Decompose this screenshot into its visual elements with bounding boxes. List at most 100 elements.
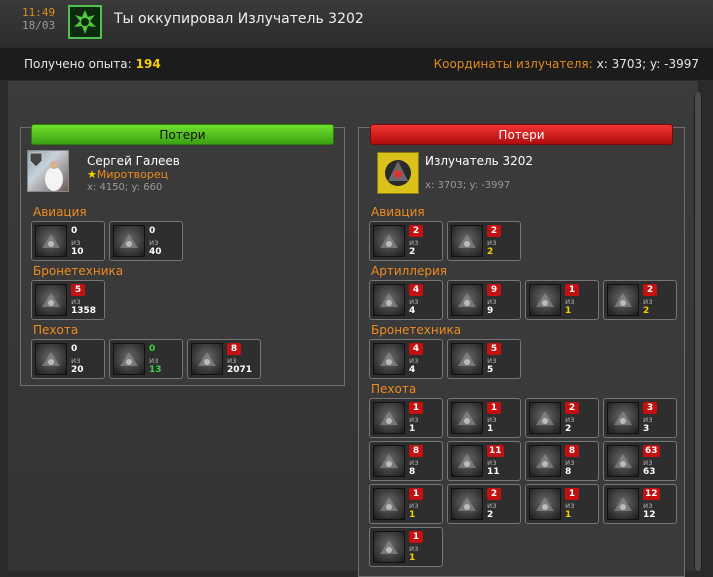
lost-count: 2 [409, 225, 423, 237]
of-label: из [565, 415, 575, 424]
unit-card[interactable]: 2 из 2 [447, 221, 521, 261]
total-count: 12 [643, 510, 656, 520]
lost-count: 0 [149, 344, 156, 354]
unit-icon [373, 284, 405, 316]
unit-card[interactable]: 1 из 1 [525, 484, 599, 524]
of-label: из [643, 458, 653, 467]
avatar[interactable] [27, 150, 69, 192]
total-count: 2 [487, 247, 494, 257]
player-losses-header: Потери [31, 124, 334, 145]
category-label: Авиация [33, 205, 87, 219]
unit-icon [451, 488, 483, 520]
of-label: из [227, 356, 237, 365]
unit-card[interactable]: 1 из 1 [447, 398, 521, 438]
lost-count: 4 [409, 343, 423, 355]
total-count: 2 [565, 424, 572, 434]
unit-card[interactable]: 12 из 12 [603, 484, 677, 524]
category-label: Бронетехника [371, 323, 462, 337]
total-count: 8 [409, 467, 416, 477]
lost-count: 2 [487, 225, 501, 237]
total-count: 1 [565, 306, 572, 316]
category-label: Авиация [371, 205, 425, 219]
unit-icon [607, 445, 639, 477]
of-label: из [409, 238, 419, 247]
total-count: 1 [565, 510, 572, 520]
lost-count: 1 [409, 488, 423, 500]
player-coordinates: x: 4150; y: 660 [87, 182, 163, 193]
unit-card[interactable]: 2 из 2 [525, 398, 599, 438]
player-rank: ★Миротворец [87, 168, 168, 181]
unit-card[interactable]: 1 из 1 [369, 527, 443, 567]
lost-count: 2 [565, 402, 579, 414]
emitter-coords: x: 3703; y: -3997 [425, 180, 511, 191]
unit-card[interactable]: 8 из 8 [369, 441, 443, 481]
scrollbar-thumb[interactable] [695, 92, 701, 571]
total-count: 3 [643, 424, 650, 434]
total-count: 13 [149, 365, 162, 375]
of-label: из [487, 458, 497, 467]
lost-count: 63 [643, 445, 660, 457]
unit-icon [607, 488, 639, 520]
scrollbar[interactable] [694, 92, 702, 571]
unit-card[interactable]: 3 из 3 [603, 398, 677, 438]
total-count: 10 [71, 247, 84, 257]
unit-card[interactable]: 0 из 40 [109, 221, 183, 261]
unit-card[interactable]: 8 из 2071 [187, 339, 261, 379]
experience-label: Получено опыта: [24, 57, 132, 71]
unit-card[interactable]: 4 из 4 [369, 339, 443, 379]
total-count: 5 [487, 365, 494, 375]
time-text: 11:49 [22, 6, 56, 19]
unit-card[interactable]: 2 из 2 [447, 484, 521, 524]
total-count: 63 [643, 467, 656, 477]
unit-card[interactable]: 1 из 1 [369, 398, 443, 438]
unit-icon [373, 488, 405, 520]
unit-icon [35, 343, 67, 375]
lost-count: 9 [487, 284, 501, 296]
unit-card[interactable]: 11 из 11 [447, 441, 521, 481]
of-label: из [149, 238, 159, 247]
unit-card[interactable]: 0 из 20 [31, 339, 105, 379]
of-label: из [149, 356, 159, 365]
unit-card[interactable]: 2 из 2 [603, 280, 677, 320]
unit-icon [529, 445, 561, 477]
unit-card[interactable]: 0 из 10 [31, 221, 105, 261]
page-title: Ты оккупировал Излучатель 3202 [114, 11, 364, 27]
lost-count: 0 [71, 226, 78, 236]
date-text: 18/03 [22, 19, 56, 32]
total-count: 1 [487, 424, 494, 434]
lost-count: 8 [227, 343, 241, 355]
lost-count: 8 [565, 445, 579, 457]
unit-card[interactable]: 1 из 1 [525, 280, 599, 320]
unit-card[interactable]: 1 из 1 [369, 484, 443, 524]
unit-card[interactable]: 2 из 2 [369, 221, 443, 261]
unit-icon [451, 402, 483, 434]
unit-card[interactable]: 9 из 9 [447, 280, 521, 320]
total-count: 1 [409, 424, 416, 434]
unit-card[interactable]: 4 из 4 [369, 280, 443, 320]
summary-bar: Получено опыта: 194 Координаты излучателя… [0, 49, 713, 80]
of-label: из [643, 501, 653, 510]
lost-count: 0 [71, 344, 78, 354]
unit-card[interactable]: 5 из 5 [447, 339, 521, 379]
lost-count: 5 [487, 343, 501, 355]
emitter-icon [385, 160, 411, 186]
player-name[interactable]: Сергей Галеев [87, 154, 180, 168]
category-label: Артиллерия [371, 264, 447, 278]
unit-icon [373, 445, 405, 477]
emitter-name[interactable]: Излучатель 3202 [425, 154, 533, 168]
unit-card[interactable]: 5 из 1358 [31, 280, 105, 320]
timestamp: 11:49 18/03 [22, 6, 55, 32]
total-count: 9 [487, 306, 494, 316]
unit-card[interactable]: 0 из 13 [109, 339, 183, 379]
of-label: из [487, 501, 497, 510]
unit-icon [373, 343, 405, 375]
coordinates-label: Координаты излучателя: [433, 57, 593, 71]
of-label: из [565, 458, 575, 467]
unit-icon [191, 343, 223, 375]
unit-card[interactable]: 63 из 63 [603, 441, 677, 481]
emitter-avatar[interactable] [377, 152, 419, 194]
lost-count: 2 [487, 488, 501, 500]
unit-card[interactable]: 8 из 8 [525, 441, 599, 481]
unit-icon [529, 488, 561, 520]
unit-icon [373, 225, 405, 257]
